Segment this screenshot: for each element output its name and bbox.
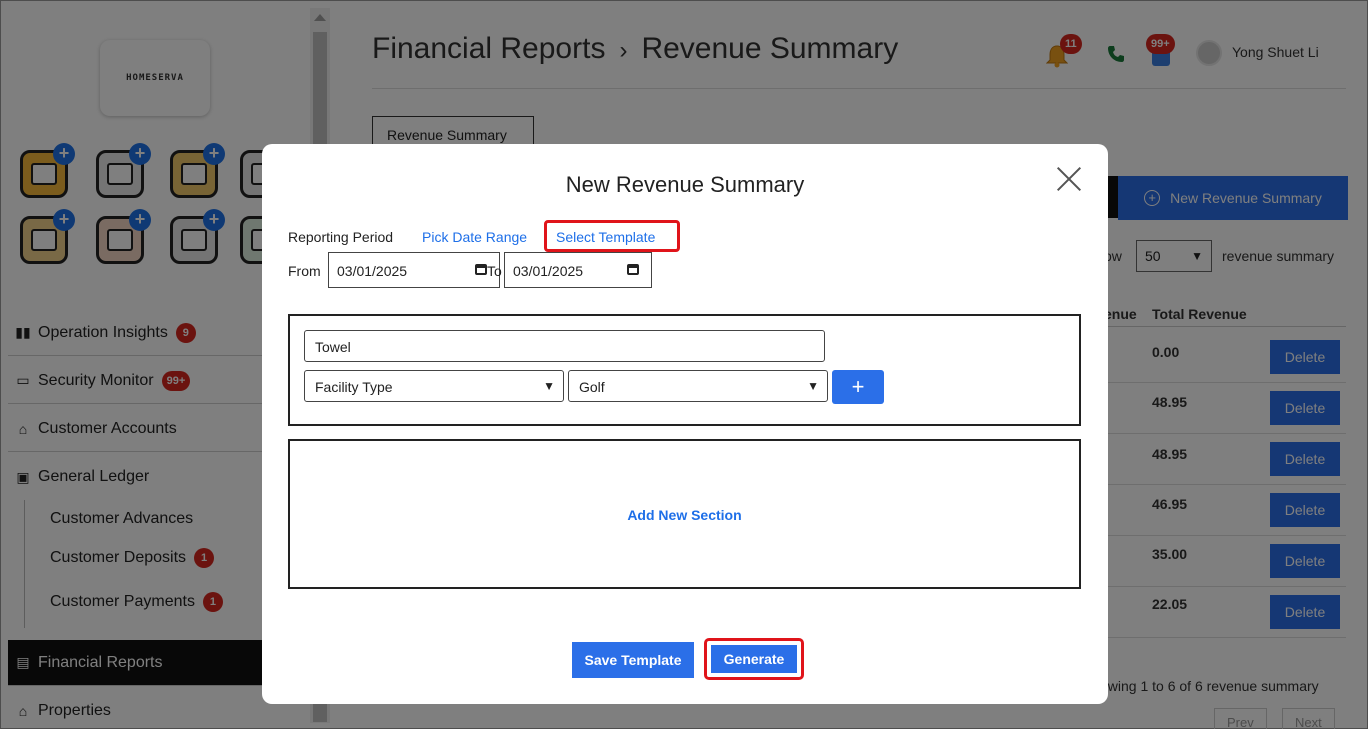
from-date-input[interactable]: 03/01/2025 — [328, 252, 500, 288]
generate-highlight: Generate — [704, 638, 804, 680]
modal-title: New Revenue Summary — [565, 172, 805, 197]
filter-value-select[interactable]: Golf ▼ — [568, 370, 828, 402]
generate-button[interactable]: Generate — [711, 645, 797, 673]
save-template-button[interactable]: Save Template — [572, 642, 694, 678]
close-icon[interactable] — [1056, 166, 1082, 192]
report-section: Towel Facility Type ▼ Golf ▼ + — [288, 314, 1081, 426]
add-section-box[interactable]: Add New Section — [288, 439, 1081, 589]
to-date-input[interactable]: 03/01/2025 — [504, 252, 652, 288]
add-filter-button[interactable]: + — [832, 370, 884, 404]
chevron-down-icon: ▼ — [807, 379, 819, 393]
add-new-section-link[interactable]: Add New Section — [290, 507, 1079, 523]
new-revenue-summary-modal: New Revenue Summary Reporting Period Pic… — [262, 144, 1108, 704]
chevron-down-icon: ▼ — [543, 379, 555, 393]
pick-date-range-link[interactable]: Pick Date Range — [422, 229, 527, 245]
filter-type-select[interactable]: Facility Type ▼ — [304, 370, 564, 402]
calendar-icon[interactable] — [475, 264, 487, 275]
to-label: To — [487, 263, 502, 279]
from-label: From — [288, 263, 321, 279]
select-template-link[interactable]: Select Template — [556, 229, 655, 245]
section-name-input[interactable]: Towel — [304, 330, 825, 362]
reporting-period-label: Reporting Period — [288, 229, 394, 245]
calendar-icon[interactable] — [627, 264, 639, 275]
